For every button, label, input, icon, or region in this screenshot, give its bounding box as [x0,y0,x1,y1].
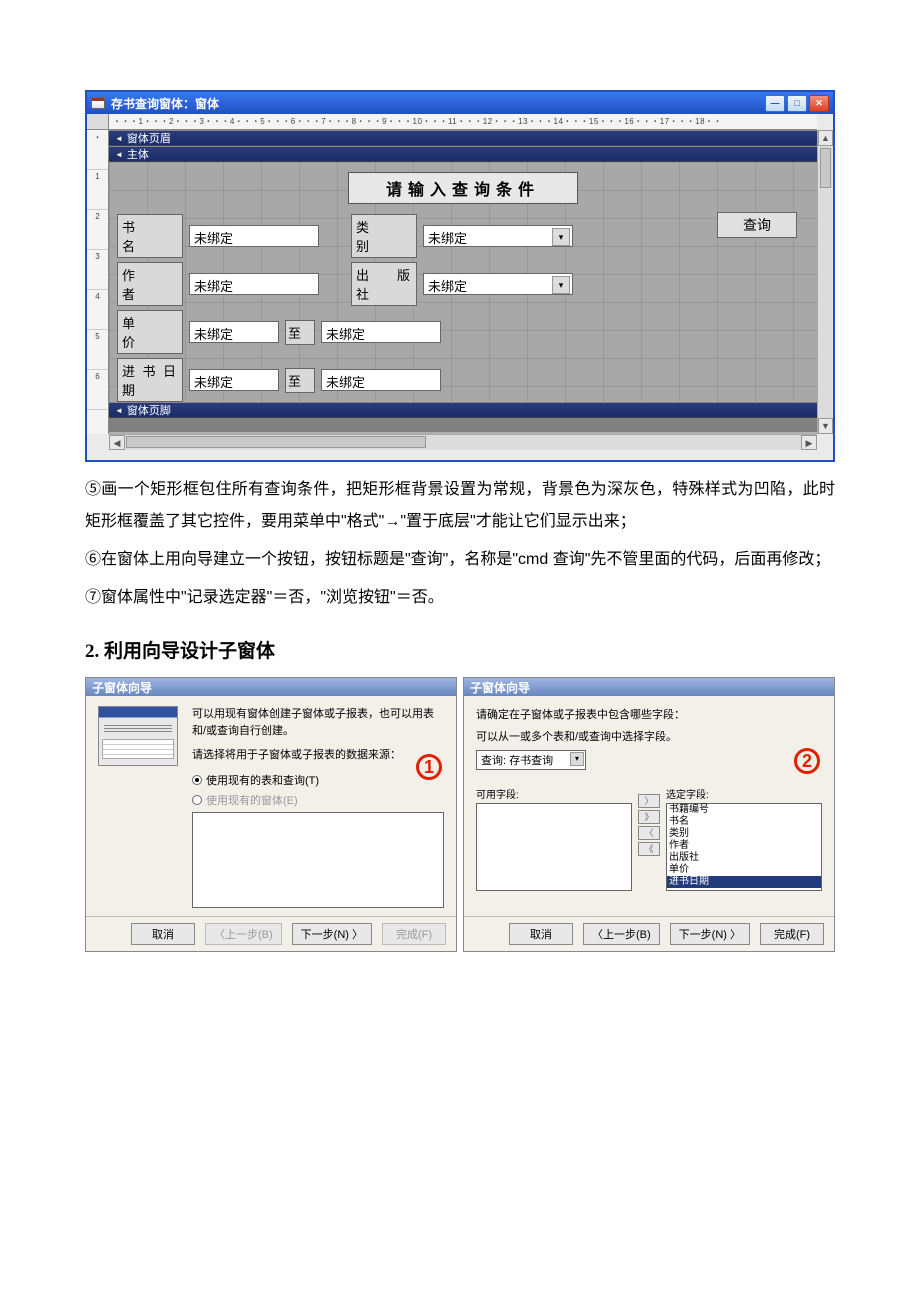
category-combobox[interactable]: 未绑定 [423,225,573,247]
horizontal-scrollbar[interactable]: ◀ ▶ [109,434,817,450]
maximize-button[interactable]: □ [787,95,807,112]
form-footer-bar[interactable]: 窗体页脚 [109,402,817,418]
paragraph-6: ⑥在窗体上用向导建立一个按钮，按钮标题是"查询"，名称是"cmd 查询"先不管里… [85,544,835,576]
date-to-label[interactable]: 至 [285,368,315,393]
price-label[interactable]: 单 价 [117,310,183,354]
wizard2-desc1: 请确定在子窗体或子报表中包含哪些字段： [476,706,822,722]
wizard2-footer: 取消 〈上一步(B) 下一步(N) 〉 完成(F) [464,916,834,951]
table-query-select[interactable]: 查询: 存书查询 [476,750,586,770]
radio-use-existing-form[interactable]: 使用现有的窗体(E) [192,792,444,808]
document-body: ⑤画一个矩形框包住所有查询条件，把矩形框背景设置为常规，背景色为深灰色，特殊样式… [85,474,835,614]
radio-use-tables-queries[interactable]: 使用现有的表和查询(T) [192,772,444,788]
scroll-thumb-h[interactable] [126,436,426,448]
subform-wizard-step2: 子窗体向导 请确定在子窗体或子报表中包含哪些字段： 可以从一或多个表和/或查询中… [463,677,835,952]
wizard2-title: 子窗体向导 [464,678,834,696]
ruler-horizontal: ・・・1・・・2・・・3・・・4・・・5・・・6・・・7・・・8・・・9・・・1… [109,114,817,130]
form-header-bar[interactable]: 窗体页眉 [109,130,817,146]
available-fields-listbox[interactable] [476,803,632,891]
form-design-surface[interactable]: 窗体页眉 主体 请输入查询条件 书 名 未绑定 类 别 未绑定 作 者 未绑 [109,130,817,434]
cancel-button[interactable]: 取消 [509,923,573,945]
minimize-button[interactable]: — [765,95,785,112]
form-icon [91,97,105,109]
publisher-combobox[interactable]: 未绑定 [423,273,573,295]
selected-fields-listbox[interactable]: 书籍编号 书名 类别 作者 出版社 单价 进书日期 [666,803,822,891]
heading-label[interactable]: 请输入查询条件 [348,172,578,204]
move-left-button[interactable]: 〈 [638,826,660,840]
finish-button[interactable]: 完成(F) [760,923,824,945]
heading-2: 2. 利用向导设计子窗体 [85,636,835,663]
detail-section: 请输入查询条件 书 名 未绑定 类 别 未绑定 作 者 未绑定 出 版 社 未绑… [109,162,817,402]
radio-label-forms: 使用现有的窗体(E) [206,792,298,808]
list-item[interactable]: 进书日期 [667,876,821,888]
book-name-input[interactable]: 未绑定 [189,225,319,247]
wizard1-footer: 取消 〈上一步(B) 下一步(N) 〉 完成(F) [86,916,456,951]
wizard1-title: 子窗体向导 [86,678,456,696]
form-designer-body: ・・・1・・・2・・・3・・・4・・・5・・・6・・・7・・・8・・・9・・・1… [87,114,833,460]
price-to-label[interactable]: 至 [285,320,315,345]
scroll-right-icon[interactable]: ▶ [801,435,817,450]
price-from-input[interactable]: 未绑定 [189,321,279,343]
vertical-scrollbar[interactable]: ▲ ▼ [817,130,833,434]
subform-wizard-step1: 子窗体向导 可以用现有窗体创建子窗体或子报表，也可以用表和/或查询自行创建。 请… [85,677,457,952]
author-input[interactable]: 未绑定 [189,273,319,295]
date-to-input[interactable]: 未绑定 [321,369,441,391]
scroll-up-icon[interactable]: ▲ [818,130,833,146]
list-item[interactable]: 书籍编号 [667,804,821,816]
wizard-row: 子窗体向导 可以用现有窗体创建子窗体或子报表，也可以用表和/或查询自行创建。 请… [85,677,835,952]
selected-fields-label: 选定字段: [666,786,822,801]
wizard1-desc2: 请选择将用于子窗体或子报表的数据来源： [192,747,444,764]
ruler-corner [87,114,109,130]
author-label[interactable]: 作 者 [117,262,183,306]
radio-label-tables: 使用现有的表和查询(T) [206,772,319,788]
radio-on-icon [192,775,202,785]
back-button: 〈上一步(B) [205,923,282,945]
wizard1-desc1: 可以用现有窗体创建子窗体或子报表，也可以用表和/或查询自行创建。 [192,706,444,739]
move-all-right-button[interactable]: 》 [638,810,660,824]
list-item[interactable]: 书名 [667,816,821,828]
next-button[interactable]: 下一步(N) 〉 [670,923,750,945]
window-title: 存书查询窗体：窗体 [111,95,219,112]
list-item[interactable]: 作者 [667,840,821,852]
category-label[interactable]: 类 别 [351,214,417,258]
scroll-down-icon[interactable]: ▼ [818,418,833,434]
publisher-label[interactable]: 出 版 社 [351,262,417,306]
paragraph-7: ⑦窗体属性中"记录选定器"＝否，"浏览按钮"＝否。 [85,582,835,614]
radio-off-icon [192,795,202,805]
wizard2-desc2: 可以从一或多个表和/或查询中选择字段。 [476,728,822,744]
move-right-button[interactable]: 〉 [638,794,660,808]
cancel-button[interactable]: 取消 [131,923,195,945]
back-button[interactable]: 〈上一步(B) [583,923,660,945]
available-fields-label: 可用字段: [476,786,632,801]
annotation-marker-1: 1 [416,754,442,780]
date-label[interactable]: 进书日期 [117,358,183,402]
list-item[interactable]: 类别 [667,828,821,840]
scroll-left-icon[interactable]: ◀ [109,435,125,450]
form-designer-window: 存书查询窗体：窗体 — □ ✕ ・・・1・・・2・・・3・・・4・・・5・・・6… [85,90,835,462]
annotation-marker-2: 2 [794,748,820,774]
window-titlebar: 存书查询窗体：窗体 — □ ✕ [87,92,833,114]
form-detail-bar[interactable]: 主体 [109,146,817,162]
date-from-input[interactable]: 未绑定 [189,369,279,391]
paragraph-5: ⑤画一个矩形框包住所有查询条件，把矩形框背景设置为常规，背景色为深灰色，特殊样式… [85,474,835,538]
footer-section [109,418,817,432]
book-name-label[interactable]: 书 名 [117,214,183,258]
close-button[interactable]: ✕ [809,95,829,112]
wizard-preview-icon [98,706,178,766]
move-all-left-button[interactable]: 《 [638,842,660,856]
list-item[interactable]: 出版社 [667,852,821,864]
list-item[interactable]: 单价 [667,864,821,876]
existing-forms-listbox [192,812,444,908]
price-to-input[interactable]: 未绑定 [321,321,441,343]
next-button[interactable]: 下一步(N) 〉 [292,923,372,945]
query-button[interactable]: 查询 [717,212,797,238]
finish-button: 完成(F) [382,923,446,945]
scroll-thumb-v[interactable] [820,148,831,188]
ruler-vertical: ・123456 [87,130,109,434]
wizard-preview-pane [98,706,178,908]
